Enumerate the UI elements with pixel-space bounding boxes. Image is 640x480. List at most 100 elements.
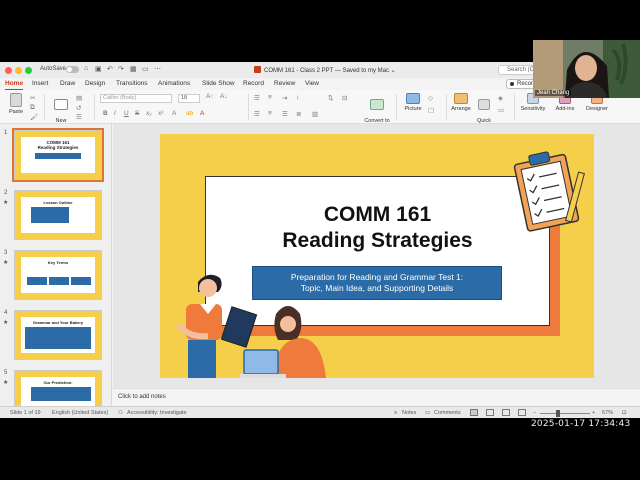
reset-icon[interactable]: ↺ (76, 104, 81, 112)
numbering-icon[interactable]: ≡ (268, 94, 272, 101)
tab-animations[interactable]: Animations (158, 80, 190, 87)
tab-home[interactable]: Home (5, 80, 24, 90)
italic-icon[interactable]: I (114, 110, 116, 117)
autosave-toggle[interactable] (66, 66, 79, 73)
redo-icon[interactable]: ↷ (118, 65, 124, 73)
columns-icon[interactable]: ▥ (312, 110, 318, 118)
zoom-in-icon[interactable]: + (592, 410, 595, 416)
paste-label: Paste (8, 109, 24, 115)
bullets-icon[interactable]: ☰ (254, 94, 260, 102)
notes-placeholder: Click to add notes (118, 394, 166, 400)
addins-label: Add-ins (555, 106, 575, 112)
font-size-field[interactable]: 18 (178, 94, 200, 103)
picture-label: Picture (404, 106, 422, 112)
smartart-icon (370, 99, 384, 110)
slide-title-line-2[interactable]: Reading Strategies (205, 229, 550, 253)
comments-button[interactable]: Comments (434, 410, 461, 416)
align-right-icon[interactable]: ☰ (282, 110, 288, 118)
normal-view-icon[interactable] (470, 409, 478, 416)
autosave-label: AutoSave (40, 66, 67, 72)
draw-table-icon[interactable]: ▦ (130, 65, 137, 73)
sensitivity-label: Sensitivity (520, 106, 546, 112)
zoom-slider-track[interactable] (540, 413, 590, 414)
notes-button[interactable]: Notes (402, 410, 416, 416)
present-icon[interactable]: ▭ (142, 65, 149, 73)
notes-pane[interactable]: Click to add notes (113, 388, 640, 406)
arrange-button[interactable]: Arrange (450, 93, 472, 112)
fit-to-window-icon[interactable]: ⊡ (622, 410, 627, 416)
chevron-down-icon[interactable]: ⌄ (391, 68, 396, 74)
undo-icon[interactable]: ↶ (107, 65, 113, 73)
thumbnail-content: Lesson Outline (21, 197, 95, 233)
zoom-out-icon[interactable]: − (533, 410, 536, 416)
tab-slide-show[interactable]: Slide Show (202, 80, 235, 87)
notes-icon: ≡ (394, 410, 398, 416)
thumbnail-subtitle-bar (35, 153, 81, 159)
indent-icon[interactable]: ⇥ (282, 94, 287, 102)
format-painter-icon[interactable]: 🖌 (30, 113, 38, 121)
shrink-font-icon[interactable]: A↓ (220, 93, 228, 100)
slide-thumbnail-5[interactable]: Our Prediction: (14, 370, 102, 406)
slideshow-icon[interactable] (518, 409, 526, 416)
tab-design[interactable]: Design (85, 80, 105, 87)
highlight-icon[interactable]: ab (186, 110, 193, 117)
new-slide-icon (54, 99, 68, 110)
arrange-icon (454, 93, 468, 104)
slide-title-line-1[interactable]: COMM 161 (205, 203, 550, 227)
slide-thumbnail-3[interactable]: Key Terms (14, 250, 102, 300)
tab-draw[interactable]: Draw (60, 80, 75, 87)
slide-sorter-icon[interactable] (486, 409, 494, 416)
reading-view-icon[interactable] (502, 409, 510, 416)
slide-thumbnail-2[interactable]: Lesson Outline (14, 190, 102, 240)
zoom-slider-handle[interactable] (556, 410, 560, 417)
textbox-icon[interactable]: ▢ (428, 106, 434, 114)
subscript-icon[interactable]: x₂ (146, 110, 152, 117)
animation-star-icon: ★ (3, 380, 9, 386)
line-spacing-icon[interactable]: ↕ (296, 94, 299, 101)
language-status[interactable]: English (United States) (52, 410, 108, 416)
slide-thumbnail-1[interactable]: COMM 161 Reading Strategies (12, 128, 104, 182)
tab-insert[interactable]: Insert (32, 80, 48, 87)
home-icon[interactable]: ⌂ (84, 65, 88, 72)
justify-icon[interactable]: ≣ (296, 110, 301, 118)
minimize-window-button[interactable] (15, 67, 22, 74)
search-placeholder: Search (C (507, 67, 535, 73)
tab-transitions[interactable]: Transitions (116, 80, 148, 87)
tab-record[interactable]: Record (243, 80, 264, 87)
font-name-field[interactable]: Calibri (Body) (100, 94, 172, 103)
slide-count: Slide 1 of 19 (10, 410, 41, 416)
slide-number: 1 (4, 130, 8, 136)
shapes-icon[interactable]: ◇ (428, 94, 433, 102)
maximize-window-button[interactable] (25, 67, 32, 74)
shape-outline-icon[interactable]: ▭ (498, 106, 504, 114)
grow-font-icon[interactable]: A↑ (206, 93, 214, 100)
current-slide[interactable]: COMM 161 Reading Strategies Preparation … (160, 134, 594, 378)
quick-styles-icon (478, 99, 490, 110)
close-window-button[interactable] (5, 67, 12, 74)
cut-icon[interactable]: ✂ (30, 94, 35, 102)
align-text-icon[interactable]: ⊟ (342, 94, 347, 102)
accessibility-status[interactable]: Accessibility: Investigate (127, 410, 187, 416)
underline-icon[interactable]: U (124, 110, 129, 117)
slide-thumbnail-4[interactable]: Grammar and Your Bakery (14, 310, 102, 360)
more-icon[interactable]: ⋯ (154, 65, 161, 73)
align-center-icon[interactable]: ≡ (268, 110, 272, 117)
shape-fill-icon[interactable]: ◈ (498, 94, 503, 102)
save-icon[interactable]: ▣ (95, 65, 102, 73)
picture-button[interactable]: Picture (401, 93, 425, 112)
tab-review[interactable]: Review (274, 80, 295, 87)
tab-view[interactable]: View (305, 80, 319, 87)
bold-icon[interactable]: B (103, 110, 108, 117)
animation-star-icon: ★ (3, 200, 9, 206)
clear-format-icon[interactable]: A (172, 110, 176, 117)
align-left-icon[interactable]: ☰ (254, 110, 260, 118)
strikethrough-icon[interactable]: S (135, 110, 139, 117)
section-icon[interactable]: ☰ (76, 113, 82, 121)
copy-icon[interactable]: ⧉ (30, 104, 35, 112)
layout-icon[interactable]: ▤ (76, 94, 82, 102)
zoom-level[interactable]: 67% (602, 410, 613, 416)
text-direction-icon[interactable]: ⇅ (328, 94, 333, 102)
paste-button[interactable]: Paste (6, 93, 26, 115)
superscript-icon[interactable]: x² (158, 110, 163, 117)
font-color-icon[interactable]: A (200, 110, 204, 117)
